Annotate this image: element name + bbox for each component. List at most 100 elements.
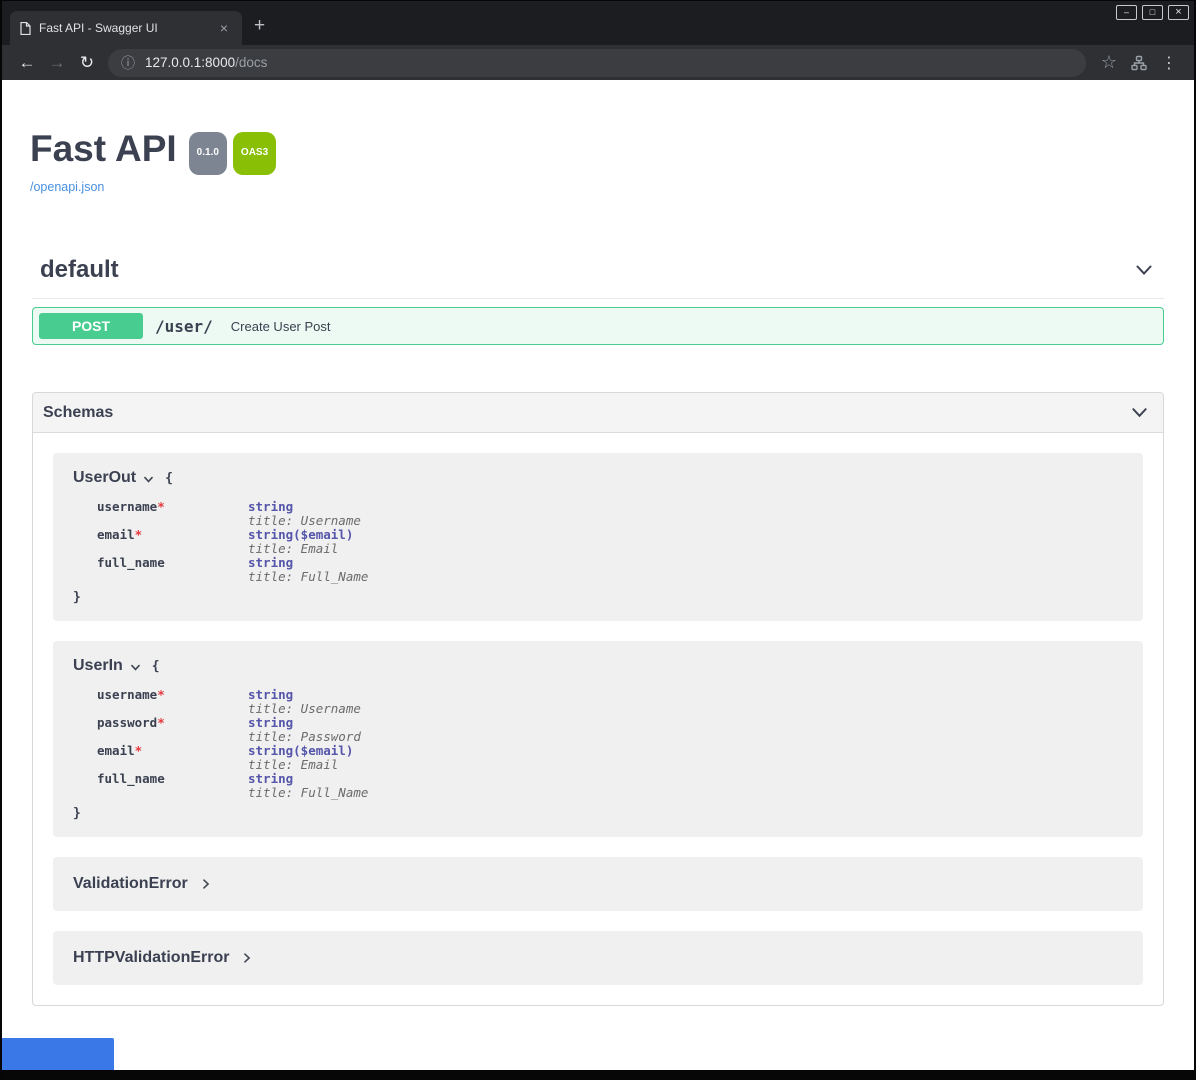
property-title: title: Password: [248, 730, 361, 744]
property-value: string title: Full_Name: [248, 772, 368, 800]
property-type: string: [248, 555, 293, 570]
model-properties: username* string title: Username email* …: [97, 500, 1123, 584]
property-row: email* string($email) title: Email: [97, 744, 1123, 772]
url-text: 127.0.0.1:8000/docs: [145, 55, 267, 70]
required-star: *: [135, 743, 143, 758]
back-button[interactable]: ←: [12, 53, 42, 73]
property-value: string($email) title: Email: [248, 744, 353, 772]
close-brace: }: [73, 590, 1123, 605]
extensions-icon[interactable]: [1124, 55, 1154, 71]
model-validationerror[interactable]: ValidationError: [53, 857, 1143, 911]
url-bar[interactable]: ⓘ 127.0.0.1:8000/docs: [108, 49, 1086, 77]
property-title: title: Full_Name: [248, 786, 368, 800]
chevron-down-icon[interactable]: [1134, 260, 1154, 280]
bookmark-star-icon[interactable]: ☆: [1094, 52, 1124, 73]
chevron-down-icon[interactable]: [1130, 403, 1149, 422]
required-star: *: [157, 499, 165, 514]
page-icon: [20, 22, 31, 35]
property-name: username*: [97, 500, 248, 528]
property-format: ($email): [293, 527, 353, 542]
property-row: username* string title: Username: [97, 500, 1123, 528]
model-userin: UserIn { username* string title: Usernam…: [53, 641, 1143, 837]
close-button[interactable]: ×: [1168, 5, 1189, 20]
tag-section-default[interactable]: default: [32, 252, 1164, 299]
property-title: title: Email: [248, 542, 353, 556]
maximize-button[interactable]: □: [1142, 5, 1163, 20]
property-value: string title: Username: [248, 688, 361, 716]
schemas-section: Schemas UserOut { username* string title…: [32, 392, 1164, 1006]
property-row: full_name string title: Full_Name: [97, 556, 1123, 584]
chevron-right-icon: [241, 951, 253, 965]
required-star: *: [157, 715, 165, 730]
property-value: string title: Username: [248, 500, 361, 528]
property-row: password* string title: Password: [97, 716, 1123, 744]
endpoint-summary: Create User Post: [231, 319, 331, 334]
model-name: UserIn: [73, 657, 123, 675]
property-type: string: [248, 715, 293, 730]
window-controls: – □ ×: [1116, 5, 1189, 20]
model-userout: UserOut { username* string title: Userna…: [53, 453, 1143, 621]
tab-close-icon[interactable]: ×: [216, 20, 232, 36]
property-value: string title: Password: [248, 716, 361, 744]
minimize-button[interactable]: –: [1116, 5, 1137, 20]
property-type: string: [248, 687, 293, 702]
swagger-page: Fast API0.1.0OAS3 /openapi.json default …: [2, 80, 1194, 1070]
forward-button[interactable]: →: [42, 53, 72, 73]
browser-toolbar: ← → ↻ ⓘ 127.0.0.1:8000/docs ☆ ⋮: [0, 45, 1196, 80]
property-name: email*: [97, 528, 248, 556]
api-title-text: Fast API: [30, 128, 177, 169]
schemas-label: Schemas: [43, 404, 113, 422]
chevron-down-icon[interactable]: [130, 662, 141, 673]
tab-title: Fast API - Swagger UI: [39, 21, 208, 35]
reload-button[interactable]: ↻: [72, 53, 102, 73]
required-star: *: [135, 527, 143, 542]
site-info-icon[interactable]: ⓘ: [121, 53, 135, 73]
endpoint-path: /user/: [155, 317, 213, 336]
oas3-badge: OAS3: [233, 132, 276, 175]
property-type: string: [248, 527, 293, 542]
model-name: HTTPValidationError: [73, 949, 229, 967]
property-value: string title: Full_Name: [248, 556, 368, 584]
titlebar: Fast API - Swagger UI × + – □ ×: [0, 0, 1196, 45]
property-title: title: Email: [248, 758, 353, 772]
property-value: string($email) title: Email: [248, 528, 353, 556]
url-host: 127.0.0.1:8000: [145, 55, 235, 70]
api-title: Fast API0.1.0OAS3: [30, 130, 1166, 173]
open-brace: {: [165, 471, 173, 486]
close-brace: }: [73, 806, 1123, 821]
property-name: email*: [97, 744, 248, 772]
new-tab-button[interactable]: +: [254, 16, 265, 35]
property-name: full_name: [97, 556, 248, 584]
property-title: title: Full_Name: [248, 570, 368, 584]
window-edge: [0, 1070, 1196, 1080]
property-type: string: [248, 743, 293, 758]
property-format: ($email): [293, 743, 353, 758]
property-title: title: Username: [248, 514, 361, 528]
property-row: username* string title: Username: [97, 688, 1123, 716]
status-bubble: [0, 1038, 114, 1070]
property-name: password*: [97, 716, 248, 744]
required-star: *: [157, 687, 165, 702]
model-toggle[interactable]: UserOut {: [73, 469, 1123, 487]
model-properties: username* string title: Username passwor…: [97, 688, 1123, 800]
chevron-down-icon[interactable]: [143, 474, 154, 485]
method-badge: POST: [39, 313, 143, 339]
model-toggle[interactable]: UserIn {: [73, 657, 1123, 675]
schemas-header[interactable]: Schemas: [33, 393, 1163, 433]
openapi-spec-link[interactable]: /openapi.json: [30, 180, 104, 194]
property-name: username*: [97, 688, 248, 716]
browser-menu-icon[interactable]: ⋮: [1154, 53, 1184, 73]
tag-label: default: [40, 256, 119, 284]
property-row: email* string($email) title: Email: [97, 528, 1123, 556]
chevron-right-icon: [200, 877, 212, 891]
url-path: /docs: [235, 55, 267, 70]
model-name: UserOut: [73, 469, 136, 487]
property-title: title: Username: [248, 702, 361, 716]
browser-tab[interactable]: Fast API - Swagger UI ×: [10, 11, 242, 45]
property-name: full_name: [97, 772, 248, 800]
property-type: string: [248, 771, 293, 786]
model-httpvalidationerror[interactable]: HTTPValidationError: [53, 931, 1143, 985]
property-type: string: [248, 499, 293, 514]
open-brace: {: [152, 659, 160, 674]
endpoint-post-user[interactable]: POST /user/ Create User Post: [32, 307, 1164, 345]
